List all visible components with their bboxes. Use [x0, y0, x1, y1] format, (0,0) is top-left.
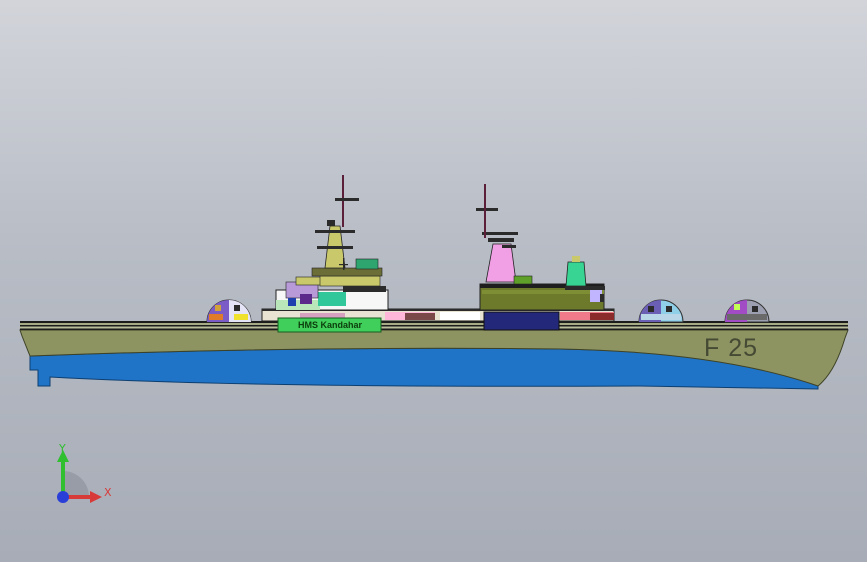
cad-viewport[interactable]: F 25 HMS Kandahar Y X [0, 0, 867, 562]
y-axis-label: Y [59, 442, 66, 455]
radome-icon-1 [206, 299, 252, 323]
radome-icon-2 [638, 299, 684, 323]
hull-number: F 25 [704, 334, 759, 362]
hangar-door [483, 311, 560, 331]
x-axis-label: X [104, 486, 112, 499]
deck-line-mid [20, 325, 848, 327]
ship-model [19, 175, 849, 503]
deck-line-lower [20, 328, 848, 330]
radome-icon-3 [724, 299, 770, 323]
aft-mast [565, 261, 587, 287]
coordinate-triad-icon [57, 450, 102, 503]
ship-name-board-text: HMS Kandahar [297, 320, 362, 330]
funnel [485, 243, 517, 283]
